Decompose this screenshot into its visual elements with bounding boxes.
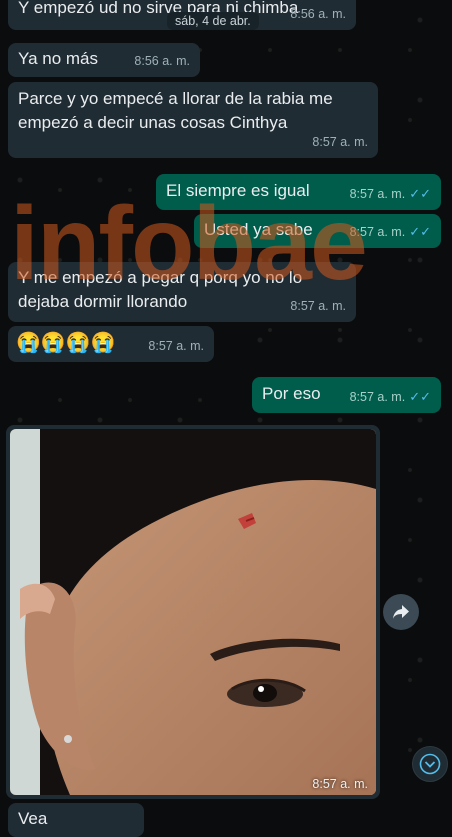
message-text: Vea [18,809,48,828]
message-text: Usted ya sabe [204,220,313,239]
message-text: Por eso [262,384,321,403]
message-time: 8:57 a. m. ✓✓ [349,186,431,201]
date-chip: sáb, 4 de abr. [167,12,259,30]
double-check-icon: ✓✓ [409,186,431,201]
message-outgoing[interactable]: Por eso 8:57 a. m. ✓✓ [252,377,441,413]
message-incoming[interactable]: Parce y yo empecé a llorar de la rabia m… [8,82,378,158]
message-incoming[interactable]: Y me empezó a pegar q porq yo no lo deja… [8,262,356,322]
message-time: 8:57 a. m. ✓✓ [349,224,431,239]
message-outgoing[interactable]: Usted ya sabe 8:57 a. m. ✓✓ [194,214,441,248]
message-text: Y me empezó a pegar q porq yo no lo deja… [18,268,303,311]
message-time: 8:56 a. m. [134,54,190,68]
double-check-icon: ✓✓ [409,389,431,404]
message-text: Ya no más [18,49,99,68]
forward-arrow-icon [393,605,409,619]
message-time: 8:57 a. m. [148,339,204,353]
message-text: El siempre es igual [166,181,310,200]
photo-time: 8:57 a. m. [312,777,368,791]
scroll-down-button[interactable] [412,746,448,782]
forward-button[interactable] [383,594,419,630]
message-time: 8:56 a. m. [290,7,346,21]
double-check-icon: ✓✓ [409,224,431,239]
photo-message[interactable]: 8:57 a. m. [6,425,380,799]
message-incoming[interactable]: 😭😭😭😭 8:57 a. m. [8,326,214,362]
chevron-down-icon [419,753,441,775]
message-time: 8:57 a. m. [312,135,368,149]
message-incoming[interactable]: Vea [8,803,144,837]
message-text: Parce y yo empecé a llorar de la rabia m… [18,89,333,132]
message-time: 8:57 a. m. [290,299,346,313]
message-outgoing[interactable]: El siempre es igual 8:57 a. m. ✓✓ [156,174,441,210]
message-time: 8:57 a. m. ✓✓ [349,389,431,404]
photo-image-icon[interactable] [10,429,376,795]
emoji-text: 😭😭😭😭 [16,332,116,354]
message-incoming[interactable]: Ya no más 8:56 a. m. [8,43,200,77]
